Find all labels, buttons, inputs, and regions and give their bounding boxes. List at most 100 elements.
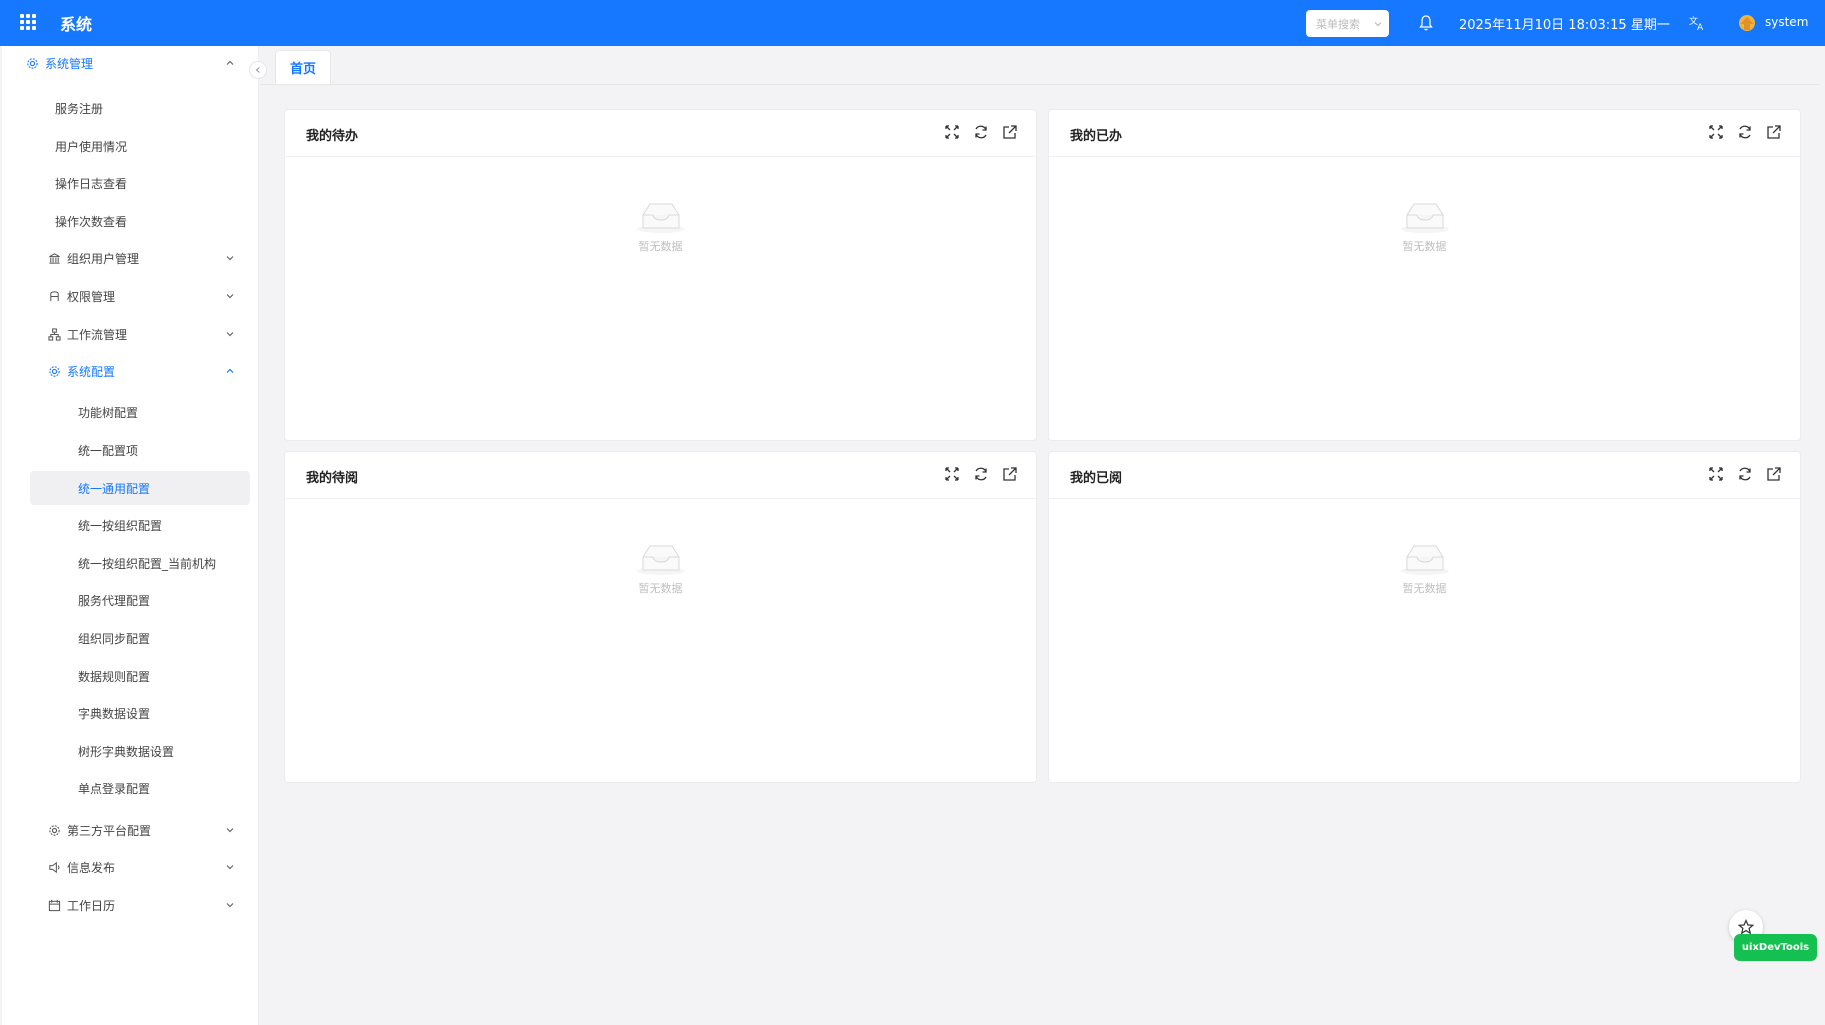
speaker-icon [49,861,60,873]
card-my-to-read: 我的待阅 暂无数据 [284,451,1037,783]
card-header: 我的已阅 [1049,452,1800,499]
sidebar-item-label: 单点登录配置 [78,781,151,796]
empty-text: 暂无数据 [638,240,683,253]
sidebar-item-workflow-management[interactable]: 工作流管理 [2,317,259,351]
sidebar-item-label: 操作日志查看 [55,176,128,191]
sidebar-item-unified-org-config-current[interactable]: 统一按组织配置_当前机构 [2,546,259,580]
empty-state: 暂无数据 [285,542,1036,596]
sidebar-item-function-tree-config[interactable]: 功能树配置 [2,395,259,429]
chevron-down-icon [226,332,234,337]
open-external-icon[interactable] [1766,466,1782,482]
sidebar-item-label: 数据规则配置 [78,669,151,684]
refresh-icon[interactable] [973,124,989,140]
bank-icon [49,252,60,264]
devtools-button[interactable]: uixDevTools [1734,934,1817,961]
sidebar-item-label: 服务注册 [55,101,104,116]
apps-grid-icon[interactable] [20,14,36,30]
empty-inbox-icon [636,545,685,575]
gear-icon [49,365,60,377]
sidebar-item-operation-count[interactable]: 操作次数查看 [2,204,259,238]
sidebar-item-work-calendar[interactable]: 工作日历 [2,888,259,922]
empty-state: 暂无数据 [1049,200,1800,254]
sidebar-item-label: 功能树配置 [78,405,139,420]
bell-icon[interactable] [1418,14,1434,32]
sidebar-item-tree-dictionary-settings[interactable]: 树形字典数据设置 [2,734,259,768]
card-header: 我的待阅 [285,452,1036,499]
sidebar-item-data-rule-config[interactable]: 数据规则配置 [2,659,259,693]
sidebar-item-label: 树形字典数据设置 [78,744,175,759]
sidebar-item-service-registration[interactable]: 服务注册 [2,91,259,125]
sidebar-item-label: 统一按组织配置_当前机构 [78,556,217,571]
chevron-down-icon [1374,21,1382,26]
star-icon [1738,919,1754,935]
sidebar-item-service-proxy-config[interactable]: 服务代理配置 [2,583,259,617]
sidebar-item-label: 组织用户管理 [67,251,140,266]
empty-state: 暂无数据 [285,200,1036,254]
empty-state: 暂无数据 [1049,542,1800,596]
username[interactable]: system [1765,15,1808,29]
sidebar-item-org-user-management[interactable]: 组织用户管理 [2,241,259,275]
refresh-icon[interactable] [973,466,989,482]
menu-search-placeholder: 菜单搜索 [1316,17,1360,31]
sidebar-item-org-sync-config[interactable]: 组织同步配置 [2,621,259,655]
open-external-icon[interactable] [1766,124,1782,140]
sidebar-item-label: 组织同步配置 [78,631,151,646]
open-external-icon[interactable] [1002,124,1018,140]
tab-home[interactable]: 首页 [275,50,331,84]
chevron-up-icon [226,60,234,65]
sidebar-item-label: 统一按组织配置 [78,518,163,533]
sidebar-collapse-button[interactable] [249,61,267,79]
sidebar-item-user-usage[interactable]: 用户使用情况 [2,129,259,163]
empty-text: 暂无数据 [1402,582,1447,595]
fullscreen-icon[interactable] [1708,124,1724,140]
app-title: 系统 [60,15,93,34]
sidebar-item-info-publish[interactable]: 信息发布 [2,850,259,884]
open-external-icon[interactable] [1002,466,1018,482]
card-my-todo: 我的待办 暂无数据 [284,109,1037,441]
sidebar-item-unified-general-config[interactable]: 统一通用配置 [30,471,250,505]
sidebar-item-unified-config-item[interactable]: 统一配置项 [2,433,259,467]
sidebar-item-label: 系统配置 [67,364,116,379]
sidebar-item-unified-org-config[interactable]: 统一按组织配置 [2,508,259,542]
chevron-down-icon [226,865,234,870]
empty-inbox-icon [1400,545,1449,575]
refresh-icon[interactable] [1737,124,1753,140]
sidebar-item-sso-config[interactable]: 单点登录配置 [2,771,259,805]
card-title: 我的待阅 [306,471,359,486]
empty-inbox-icon [636,203,685,233]
card-header: 我的待办 [285,110,1036,157]
fullscreen-icon[interactable] [944,124,960,140]
chevron-down-icon [226,903,234,908]
sidebar-item-permission-management[interactable]: 权限管理 [2,279,259,313]
sidebar-item-operation-log[interactable]: 操作日志查看 [2,166,259,200]
empty-text: 暂无数据 [1402,240,1447,253]
card-header: 我的已办 [1049,110,1800,157]
svg-text:A: A [1697,23,1704,32]
sidebar-item-system-config[interactable]: 系统配置 [2,354,259,388]
datetime-display: 2025年11月10日 18:03:15 星期一 [1459,18,1670,33]
avatar[interactable] [1736,12,1758,34]
sidebar-item-label: 信息发布 [67,860,116,875]
sidebar-item-label: 统一通用配置 [78,481,151,496]
sidebar-item-dictionary-settings[interactable]: 字典数据设置 [2,696,259,730]
workflow-icon [48,327,61,341]
sidebar-item-label: 服务代理配置 [78,593,151,608]
card-title: 我的已办 [1070,129,1123,144]
sidebar-item-system-management[interactable]: 系统管理 [2,46,259,80]
sidebar-item-label: 第三方平台配置 [67,823,152,838]
chevron-down-icon [226,294,234,299]
refresh-icon[interactable] [1737,466,1753,482]
sidebar-item-label: 统一配置项 [78,443,139,458]
sidebar-item-third-party-config[interactable]: 第三方平台配置 [2,813,259,847]
card-title: 我的待办 [306,129,359,144]
translate-icon[interactable]: 文 A [1688,14,1706,32]
fullscreen-icon[interactable] [1708,466,1724,482]
menu-search-select[interactable]: 菜单搜索 [1306,10,1389,37]
sidebar-item-label: 字典数据设置 [78,706,151,721]
empty-inbox-icon [1400,203,1449,233]
permission-icon [50,290,59,301]
chevron-down-icon [226,828,234,833]
fullscreen-icon[interactable] [944,466,960,482]
card-title: 我的已阅 [1070,471,1123,486]
sidebar-item-label: 权限管理 [67,289,116,304]
